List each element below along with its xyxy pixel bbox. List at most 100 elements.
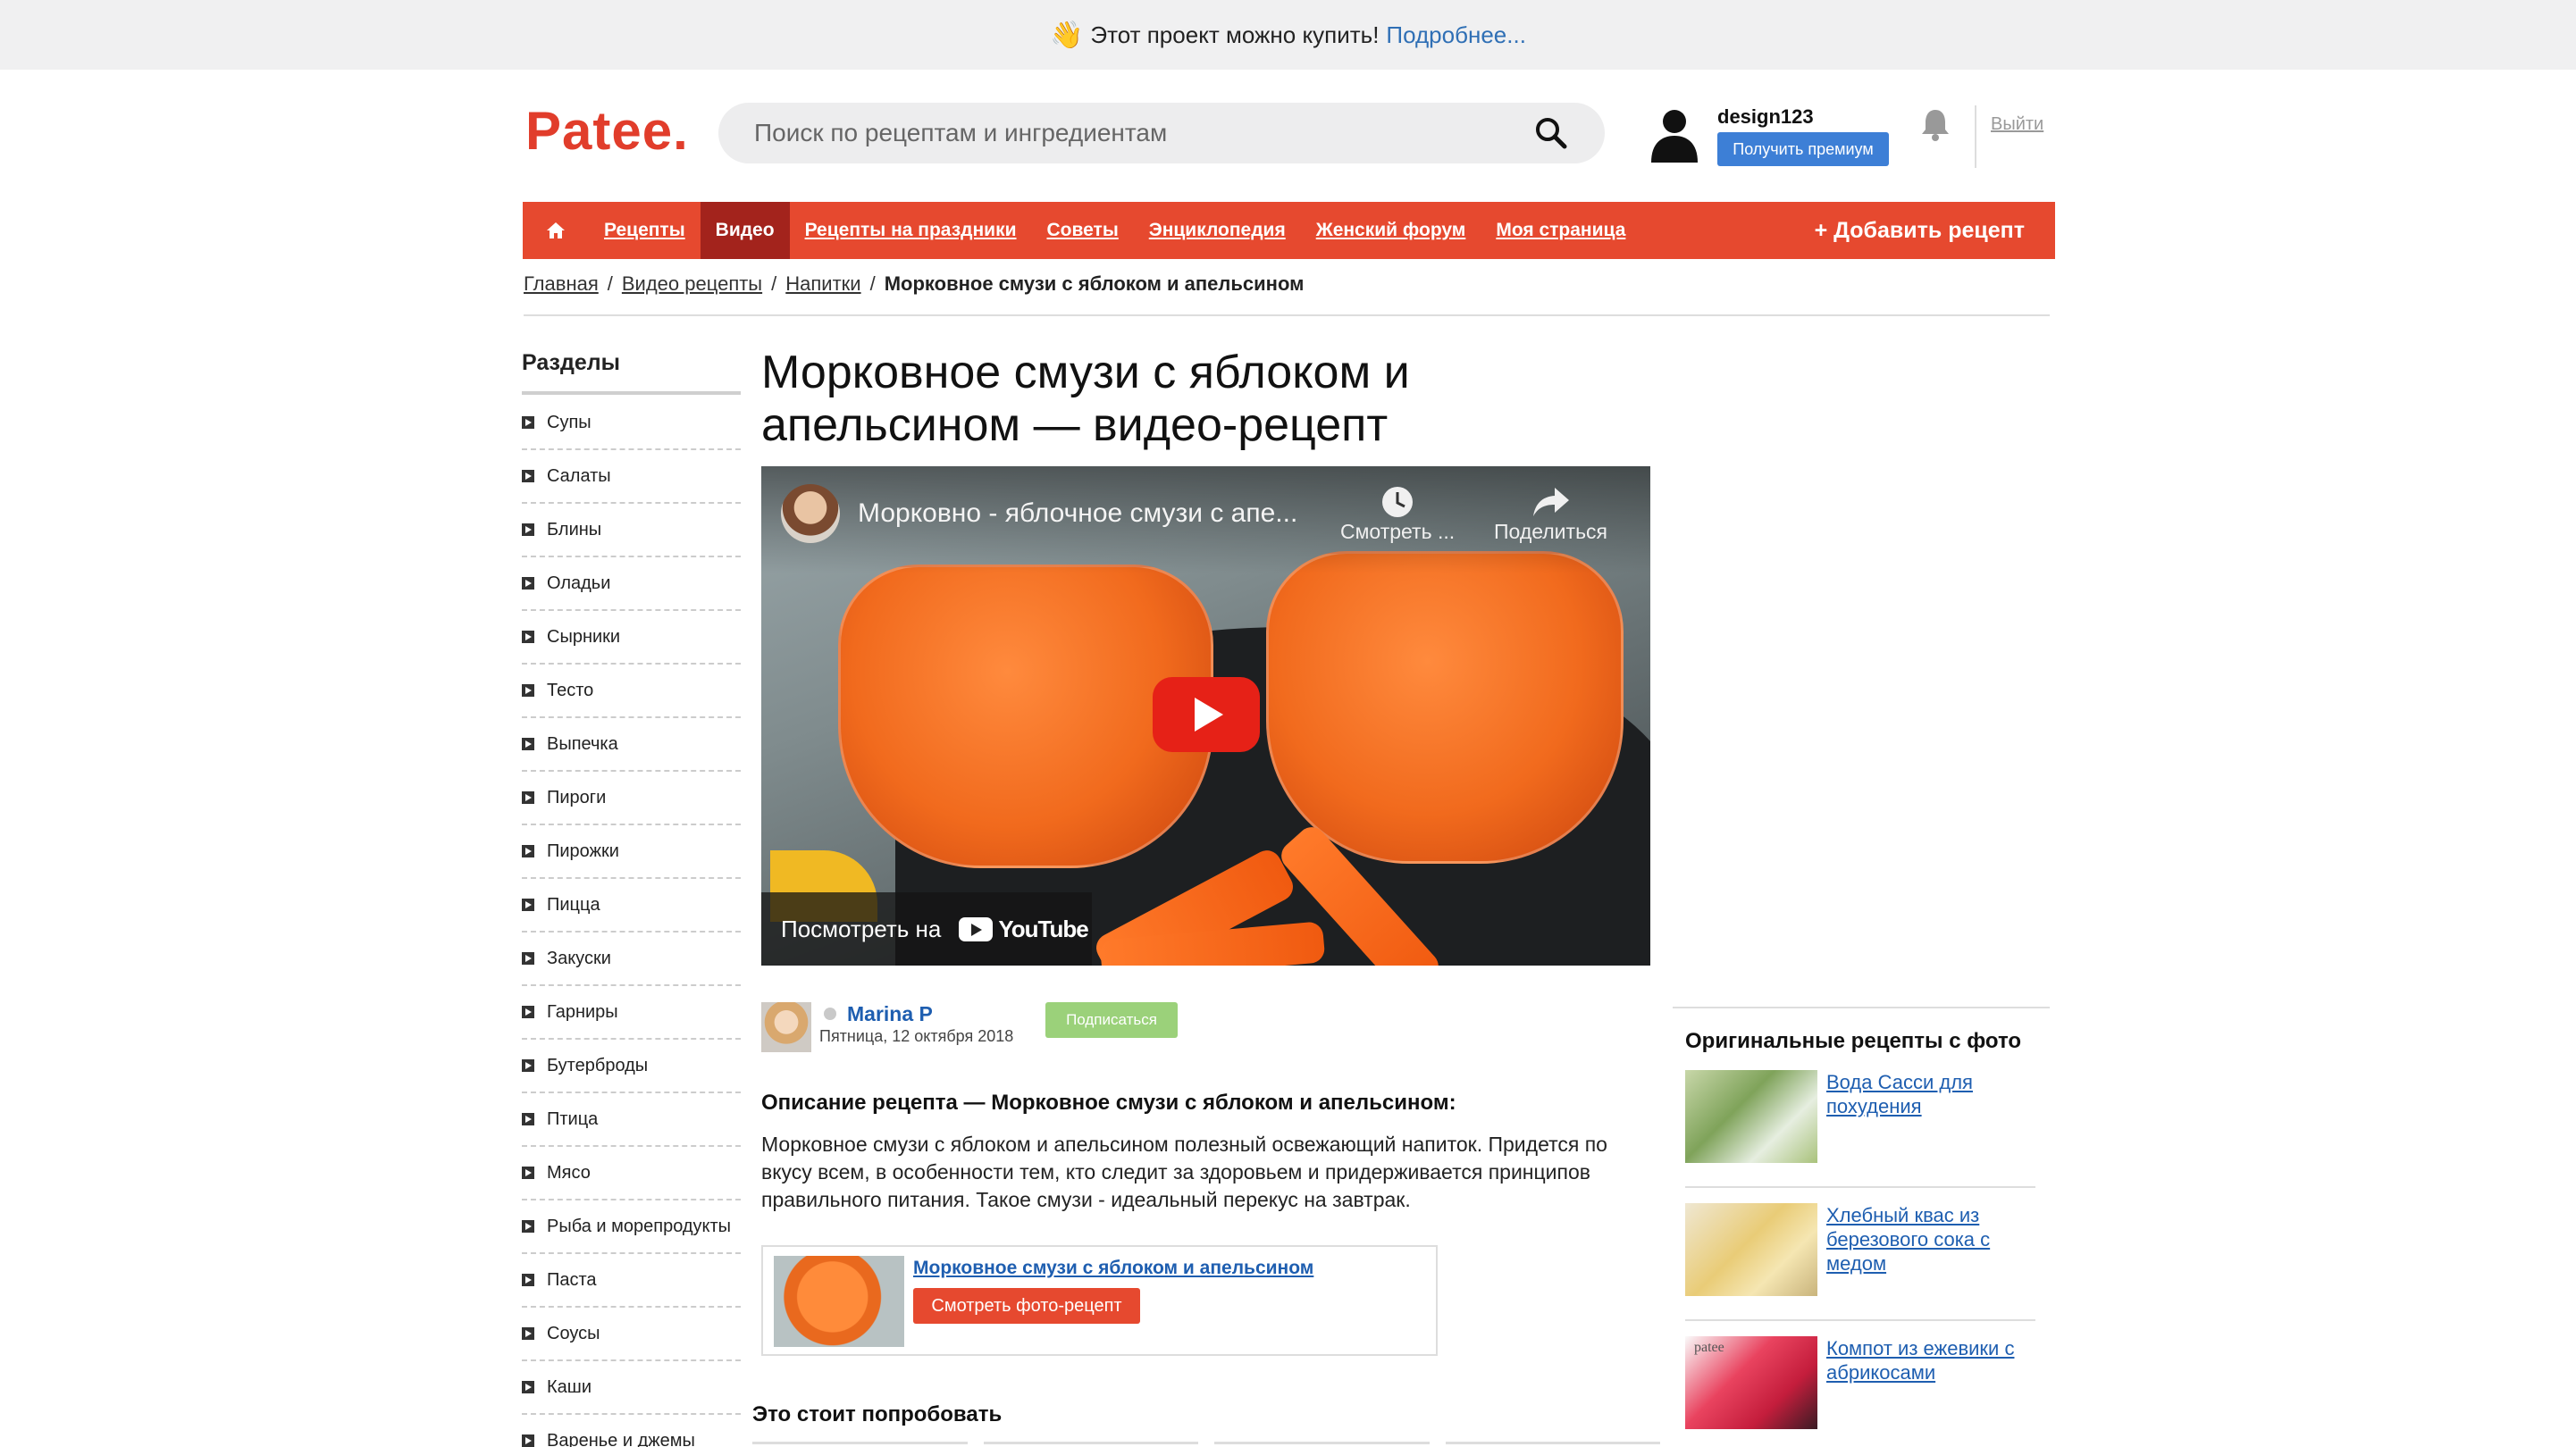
right-column-title: Оригинальные рецепты с фото xyxy=(1685,1029,2022,1053)
video-title[interactable]: Морковно - яблочное смузи с апе... xyxy=(858,498,1297,529)
right-recipe-link[interactable]: Вода Сасси для похудения xyxy=(1826,1070,2035,1118)
photo-recipe-link[interactable]: Морковное смузи с яблоком и апельсином xyxy=(913,1258,1313,1279)
username[interactable]: design123 xyxy=(1717,105,1814,129)
breadcrumb-video-recipes[interactable]: Видео рецепты xyxy=(622,272,762,295)
nav-item-forum[interactable]: Женский форум xyxy=(1301,202,1481,259)
right-recipe-link[interactable]: Хлебный квас из березового сока с медом xyxy=(1826,1203,2035,1276)
sidebar-item-syrniki[interactable]: Сырники xyxy=(522,611,741,665)
sidebar-item-pancakes[interactable]: Блины xyxy=(522,504,741,557)
sidebar-item-pirozhki[interactable]: Пирожки xyxy=(522,825,741,879)
search-input[interactable] xyxy=(754,119,1533,147)
right-recipe-link[interactable]: Компот из ежевики с абрикосами xyxy=(1826,1336,2035,1384)
play-bullet-icon xyxy=(522,952,534,965)
nav-item-video[interactable]: Видео xyxy=(700,202,790,259)
header-divider xyxy=(1975,105,1976,168)
nav-item-tips[interactable]: Советы xyxy=(1032,202,1134,259)
sidebar-item-jams[interactable]: Варенье и джемы xyxy=(522,1415,741,1447)
sidebar-item-meat[interactable]: Мясо xyxy=(522,1147,741,1200)
play-bullet-icon xyxy=(522,684,534,697)
sidebar-item-label: Сырники xyxy=(547,626,621,647)
sidebar-item-sandwiches[interactable]: Бутерброды xyxy=(522,1040,741,1093)
home-nav-button[interactable] xyxy=(523,202,589,259)
sidebar-item-salads[interactable]: Салаты xyxy=(522,450,741,504)
sidebar-item-label: Рыба и морепродукты xyxy=(547,1216,732,1236)
play-bullet-icon xyxy=(522,577,534,590)
sidebar-item-pies[interactable]: Пироги xyxy=(522,772,741,825)
sidebar-item-label: Супы xyxy=(547,412,592,432)
play-bullet-icon xyxy=(522,1167,534,1179)
user-avatar-icon[interactable] xyxy=(1649,107,1699,163)
nav-item-recipes[interactable]: Рецепты xyxy=(589,202,701,259)
play-bullet-icon xyxy=(522,845,534,857)
sidebar-item-label: Соусы xyxy=(547,1323,600,1343)
main-nav: Рецепты Видео Рецепты на праздники Совет… xyxy=(523,202,2055,259)
share-label: Поделиться xyxy=(1494,520,1608,543)
photo-recipe-card: Морковное смузи с яблоком и апельсином С… xyxy=(761,1245,1438,1356)
sidebar-item-porridge[interactable]: Каши xyxy=(522,1361,741,1415)
search-icon[interactable] xyxy=(1533,115,1569,151)
view-photo-recipe-button[interactable]: Смотреть фото-рецепт xyxy=(913,1288,1140,1324)
page-title: Морковное смузи с яблоком и апельсином —… xyxy=(761,347,1410,451)
breadcrumb: Главная / Видео рецепты / Напитки / Морковное … xyxy=(524,272,1305,295)
play-bullet-icon xyxy=(522,1220,534,1233)
sidebar-item-poultry[interactable]: Птица xyxy=(522,1093,741,1147)
logout-link[interactable]: Выйти xyxy=(1991,114,2043,135)
right-recipe-divider xyxy=(1685,1319,2035,1321)
sidebar-item-baking[interactable]: Выпечка xyxy=(522,718,741,772)
play-button[interactable] xyxy=(1153,677,1260,752)
sidebar-item-fritters[interactable]: Оладьи xyxy=(522,557,741,611)
breadcrumb-drinks[interactable]: Напитки xyxy=(785,272,860,295)
thumbnail-watermark: patee xyxy=(1694,1340,1724,1355)
play-bullet-icon xyxy=(522,1006,534,1018)
sidebar-item-snacks[interactable]: Закуски xyxy=(522,933,741,986)
channel-avatar[interactable] xyxy=(781,484,840,543)
sidebar-item-sauces[interactable]: Соусы xyxy=(522,1308,741,1361)
sidebar-item-label: Паста xyxy=(547,1269,597,1290)
share-button[interactable]: Поделиться xyxy=(1494,484,1607,544)
sidebar-item-dough[interactable]: Тесто xyxy=(522,665,741,718)
add-recipe-button[interactable]: + Добавить рецепт xyxy=(1815,202,2055,259)
play-bullet-icon xyxy=(522,416,534,429)
breadcrumb-home[interactable]: Главная xyxy=(524,272,599,295)
play-bullet-icon xyxy=(522,1274,534,1286)
sidebar-item-label: Оладьи xyxy=(547,573,611,593)
breadcrumb-current: Морковное смузи с яблоком и апельсином xyxy=(884,272,1305,295)
sidebar-item-pizza[interactable]: Пицца xyxy=(522,879,741,933)
watch-on-youtube-button[interactable]: Посмотреть на YouTube xyxy=(761,892,1092,966)
subscribe-button[interactable]: Подписаться xyxy=(1045,1002,1178,1038)
author-status-dot xyxy=(824,1008,836,1020)
sidebar-item-label: Пицца xyxy=(547,894,600,915)
right-recipe-thumbnail[interactable]: patee xyxy=(1685,1336,1817,1429)
nav-item-my-page[interactable]: Моя страница xyxy=(1481,202,1640,259)
watch-later-button[interactable]: Смотреть ... xyxy=(1340,484,1455,544)
author-avatar[interactable] xyxy=(761,1002,811,1052)
sidebar-title-rule xyxy=(522,391,741,395)
photo-recipe-thumbnail[interactable] xyxy=(774,1256,904,1347)
sidebar-item-sides[interactable]: Гарниры xyxy=(522,986,741,1040)
promo-more-link[interactable]: Подробнее... xyxy=(1386,21,1526,49)
right-recipe-thumbnail[interactable] xyxy=(1685,1070,1817,1163)
youtube-play-icon xyxy=(959,916,994,941)
get-premium-button[interactable]: Получить премиум xyxy=(1717,132,1889,166)
sidebar-item-fish-seafood[interactable]: Рыба и морепродукты xyxy=(522,1200,741,1254)
sidebar-item-label: Варенье и джемы xyxy=(547,1430,695,1447)
play-bullet-icon xyxy=(522,899,534,911)
sidebar-item-pasta[interactable]: Паста xyxy=(522,1254,741,1308)
site-logo[interactable]: Patee. xyxy=(525,100,689,162)
sidebar-item-label: Птица xyxy=(547,1108,599,1129)
share-arrow-icon xyxy=(1532,488,1569,516)
nav-item-encyclopedia[interactable]: Энциклопедия xyxy=(1134,202,1301,259)
play-bullet-icon xyxy=(522,1381,534,1393)
sidebar-item-soups[interactable]: Супы xyxy=(522,397,741,450)
sidebar-item-label: Выпечка xyxy=(547,733,618,754)
play-bullet-icon xyxy=(522,738,534,750)
video-player[interactable]: Морковно - яблочное смузи с апе... Смотр… xyxy=(761,466,1650,966)
right-recipe-thumbnail[interactable] xyxy=(1685,1203,1817,1296)
nav-item-holiday-recipes[interactable]: Рецепты на праздники xyxy=(790,202,1032,259)
search-bar[interactable] xyxy=(718,103,1605,163)
bell-icon[interactable] xyxy=(1919,107,1951,141)
promo-bar: 👋 Этот проект можно купить! Подробнее... xyxy=(0,0,2576,70)
clock-icon xyxy=(1382,487,1414,517)
sidebar-item-label: Закуски xyxy=(547,948,611,968)
author-name-link[interactable]: Marina P xyxy=(847,1002,933,1026)
